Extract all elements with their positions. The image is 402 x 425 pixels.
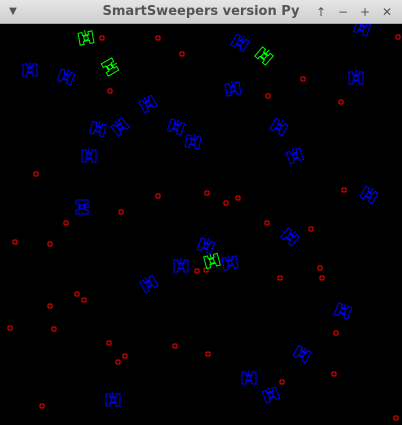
maximize-icon[interactable]: + bbox=[356, 3, 374, 21]
minesweeper bbox=[196, 237, 216, 255]
minesweeper bbox=[359, 185, 379, 205]
mine bbox=[279, 379, 285, 385]
mine bbox=[33, 171, 39, 177]
minesweeper bbox=[241, 370, 257, 385]
title-bar: ▼ SmartSweepers version Py ↑ − + ✕ bbox=[0, 0, 402, 24]
minesweeper bbox=[224, 81, 242, 97]
mine bbox=[393, 415, 399, 421]
mine bbox=[333, 330, 339, 336]
minesweeper bbox=[292, 344, 312, 364]
minimize-icon[interactable]: − bbox=[334, 3, 352, 21]
minesweeper bbox=[352, 24, 372, 37]
minesweeper bbox=[173, 258, 189, 273]
minesweeper bbox=[285, 147, 305, 165]
minesweeper bbox=[221, 255, 239, 271]
game-canvas bbox=[0, 24, 402, 425]
mine bbox=[51, 326, 57, 332]
mine bbox=[331, 371, 337, 377]
mine bbox=[264, 220, 270, 226]
mine bbox=[319, 275, 325, 281]
app-window: ▼ SmartSweepers version Py ↑ − + ✕ bbox=[0, 0, 402, 425]
mine bbox=[338, 99, 344, 105]
mine bbox=[47, 241, 53, 247]
minesweeper bbox=[22, 62, 38, 77]
mine bbox=[81, 297, 87, 303]
minesweeper bbox=[269, 117, 289, 137]
arrow-up-icon[interactable]: ↑ bbox=[312, 3, 330, 21]
mine bbox=[107, 88, 113, 94]
minesweeper bbox=[138, 94, 158, 114]
mine bbox=[205, 351, 211, 357]
mine bbox=[317, 265, 323, 271]
mine bbox=[194, 268, 200, 274]
minesweeper bbox=[230, 33, 250, 53]
mine bbox=[223, 200, 229, 206]
mine bbox=[179, 51, 185, 57]
mine bbox=[12, 239, 18, 245]
best-sweeper bbox=[77, 30, 95, 46]
mine bbox=[265, 93, 271, 99]
minesweeper bbox=[139, 274, 159, 294]
minefield bbox=[7, 24, 401, 421]
mine bbox=[122, 353, 128, 359]
mine bbox=[7, 325, 13, 331]
minesweeper bbox=[75, 199, 90, 215]
minesweeper bbox=[166, 118, 186, 136]
mine bbox=[277, 275, 283, 281]
best-sweeper bbox=[203, 252, 221, 270]
minesweeper bbox=[56, 68, 76, 86]
mine bbox=[74, 291, 80, 297]
mine bbox=[99, 35, 105, 41]
mine bbox=[118, 209, 124, 215]
minesweeper bbox=[280, 227, 300, 247]
minesweeper bbox=[105, 392, 121, 407]
minesweeper bbox=[184, 134, 202, 150]
best-sweeper bbox=[100, 57, 120, 77]
close-icon[interactable]: ✕ bbox=[378, 3, 396, 21]
mine bbox=[155, 193, 161, 199]
mine bbox=[300, 76, 306, 82]
mine bbox=[395, 34, 401, 40]
minesweeper bbox=[81, 148, 97, 163]
mine bbox=[47, 303, 53, 309]
mine bbox=[308, 226, 314, 232]
minesweeper bbox=[261, 386, 281, 404]
mine bbox=[204, 190, 210, 196]
best-sweeper bbox=[254, 46, 274, 66]
minesweeper bbox=[89, 120, 107, 138]
mine bbox=[115, 359, 121, 365]
mine bbox=[155, 35, 161, 41]
mine bbox=[341, 187, 347, 193]
mine bbox=[63, 220, 69, 226]
mine bbox=[235, 195, 241, 201]
mine bbox=[172, 343, 178, 349]
mine bbox=[39, 403, 45, 409]
minesweeper bbox=[110, 117, 130, 137]
minesweeper bbox=[348, 70, 364, 85]
mine bbox=[106, 340, 112, 346]
minesweeper bbox=[333, 302, 353, 320]
